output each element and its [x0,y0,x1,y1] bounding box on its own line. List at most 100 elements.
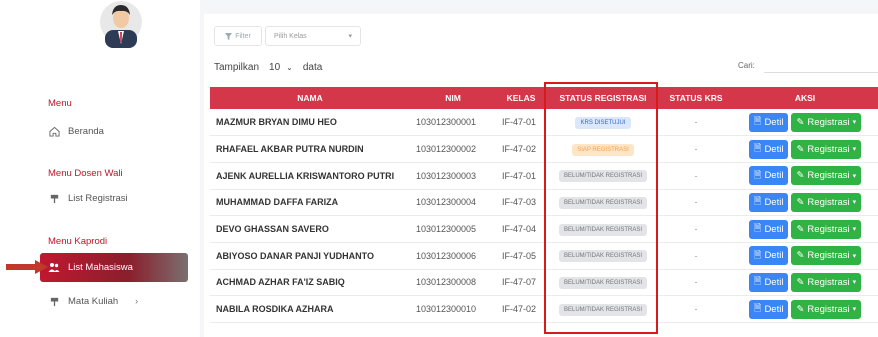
detil-button[interactable]: 🗎 Detil [748,139,789,159]
filter-button[interactable]: Filter [214,26,262,46]
cell-kelas: IF-47-07 [496,269,546,297]
cell-aksi: 🗎 Detil ✎ Registrasi ▾ [732,295,878,323]
table-card: Filter Pilih Kelas ▾ Tampilkan 10 ⌄ data… [204,14,878,337]
edit-icon: ✎ [796,196,805,208]
cell-aksi: 🗎 Detil ✎ Registrasi ▾ [732,135,878,163]
detil-button[interactable]: 🗎 Detil [748,219,789,239]
kelas-select-placeholder: Pilih Kelas [274,32,307,40]
registrasi-label: Registrasi [807,223,850,235]
chevron-down-icon: ▾ [852,279,857,287]
sidebar-item-label: List Mahasiswa [68,262,133,273]
detil-label: Detil [764,170,784,182]
registrasi-button[interactable]: ✎ Registrasi ▾ [791,192,862,212]
edit-icon: ✎ [796,116,805,128]
sidebar-item-list-registrasi[interactable]: List Registrasi [48,187,128,209]
chevron-down-icon: ⌄ [286,63,293,72]
registrasi-button[interactable]: ✎ Registrasi ▾ [791,219,862,239]
detil-label: Detil [764,276,784,288]
show-suffix-label: data [302,62,323,73]
detil-label: Detil [764,143,784,155]
detil-button[interactable]: 🗎 Detil [748,272,789,292]
detil-label: Detil [764,196,784,208]
chevron-down-icon: ▾ [852,306,857,314]
document-icon: 🗎 [753,169,762,181]
detil-button[interactable]: 🗎 Detil [748,246,789,266]
cell-nim: 103012300005 [410,215,496,243]
detil-button[interactable]: 🗎 Detil [748,166,789,186]
detil-button[interactable]: 🗎 Detil [748,192,789,212]
page-length-value: 10 [269,62,281,73]
registrasi-label: Registrasi [807,116,850,128]
kelas-select[interactable]: Pilih Kelas ▾ [265,26,361,46]
menu-kaprodi-title: Menu Kaprodi [48,236,108,247]
sidebar-item-beranda[interactable]: Beranda [48,120,104,142]
column-header-nama[interactable]: NAMA [210,87,410,109]
cell-aksi: 🗎 Detil ✎ Registrasi ▾ [732,162,878,190]
filter-icon [225,32,233,40]
document-icon: 🗎 [753,276,762,288]
sidebar: Menu Beranda Menu Dosen Wali List Regist… [0,0,195,337]
cell-nim: 103012300002 [410,135,496,163]
registrasi-button[interactable]: ✎ Registrasi ▾ [791,246,862,266]
chevron-down-icon: ▾ [852,252,857,260]
sidebar-item-list-mahasiswa[interactable]: List Mahasiswa [40,253,188,282]
cell-kelas: IF-47-01 [496,162,546,190]
sidebar-item-mata-kuliah[interactable]: Mata Kuliah › [48,290,138,312]
registrasi-button[interactable]: ✎ Registrasi ▾ [791,299,862,319]
chevron-down-icon: ▾ [852,119,857,127]
registrasi-button[interactable]: ✎ Registrasi ▾ [791,166,862,186]
registrasi-label: Registrasi [807,170,850,182]
cell-nama: NABILA ROSDIKA AZHARA [210,295,410,323]
cell-aksi: 🗎 Detil ✎ Registrasi ▾ [732,215,878,243]
detil-button[interactable]: 🗎 Detil [748,299,789,319]
document-icon: 🗎 [753,249,762,261]
cell-aksi: 🗎 Detil ✎ Registrasi ▾ [732,109,878,137]
sidebar-item-label: Mata Kuliah [68,295,119,307]
main-content: Filter Pilih Kelas ▾ Tampilkan 10 ⌄ data… [200,0,878,337]
sidebar-item-label: Beranda [68,125,104,137]
cell-nim: 103012300001 [410,109,496,137]
pin-icon [48,192,60,204]
column-header-status-krs[interactable]: STATUS KRS [660,87,732,109]
registrasi-label: Registrasi [807,303,850,315]
cell-status-krs: - [660,269,732,297]
detil-button[interactable]: 🗎 Detil [748,112,789,132]
cell-nama: DEVO GHASSAN SAVERO [210,215,410,243]
column-header-nim[interactable]: NIM [410,87,496,109]
registrasi-label: Registrasi [807,250,850,262]
cell-status-krs: - [660,189,732,217]
document-icon: 🗎 [753,303,762,315]
sidebar-item-label: List Registrasi [68,192,128,204]
cell-kelas: IF-47-04 [496,215,546,243]
cell-kelas: IF-47-01 [496,109,546,137]
page-length-select[interactable]: 10 ⌄ [269,62,293,73]
cell-status-krs: - [660,215,732,243]
page-length-control: Tampilkan 10 ⌄ data [214,62,322,73]
cell-status-krs: - [660,295,732,323]
detil-label: Detil [764,223,784,235]
cell-status-krs: - [660,109,732,137]
cell-nama: MAZMUR BRYAN DIMU HEO [210,109,410,137]
edit-icon: ✎ [796,250,805,262]
registrasi-button[interactable]: ✎ Registrasi ▾ [791,112,862,132]
registrasi-label: Registrasi [807,276,850,288]
document-icon: 🗎 [753,116,762,128]
registrasi-label: Registrasi [807,143,850,155]
chevron-down-icon: ▾ [852,172,857,180]
chevron-down-icon: ▾ [852,226,857,234]
chevron-right-icon: › [135,296,139,306]
column-header-kelas[interactable]: KELAS [496,87,546,109]
cell-status-krs: - [660,162,732,190]
registrasi-button[interactable]: ✎ Registrasi ▾ [791,139,862,159]
edit-icon: ✎ [796,143,805,155]
user-avatar[interactable] [99,0,143,48]
show-prefix-label: Tampilkan [214,62,260,73]
cell-nama: RHAFAEL AKBAR PUTRA NURDIN [210,135,410,163]
edit-icon: ✎ [796,223,805,235]
search-input[interactable] [764,57,878,73]
registrasi-button[interactable]: ✎ Registrasi ▾ [791,272,862,292]
cell-nama: AJENK AURELLIA KRISWANTORO PUTRI [210,162,410,190]
cell-nim: 103012300008 [410,269,496,297]
edit-icon: ✎ [796,276,805,288]
annotation-arrow-icon [6,260,48,274]
